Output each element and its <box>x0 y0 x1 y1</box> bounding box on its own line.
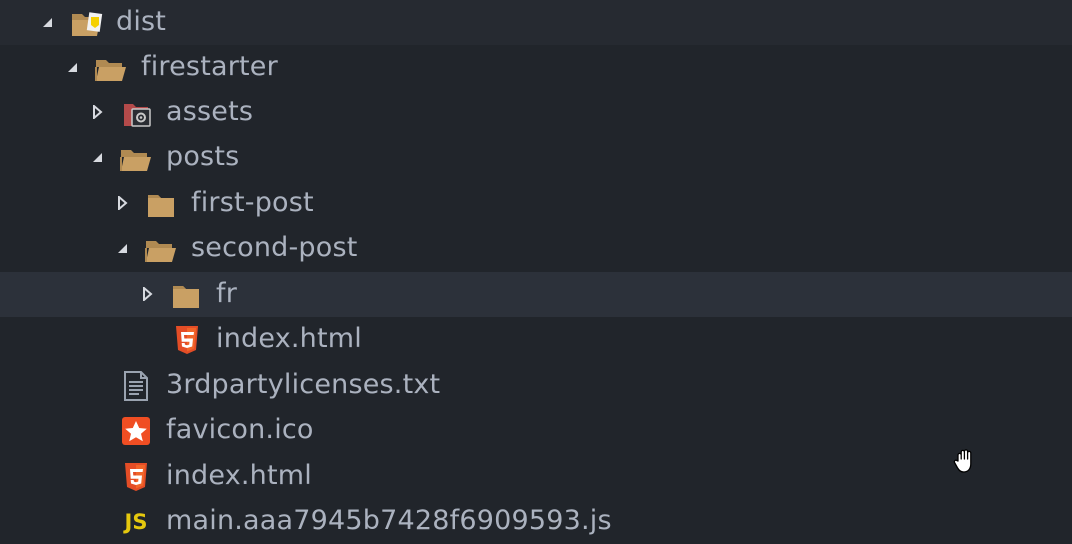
tree-item-posts[interactable]: posts <box>0 135 1072 180</box>
javascript-icon: JS <box>119 507 153 537</box>
tree-item-3rdpartylicenses[interactable]: 3rdpartylicenses.txt <box>0 363 1072 408</box>
favicon-star-icon <box>119 416 153 446</box>
expand-arrow-icon[interactable] <box>115 241 129 255</box>
html5-icon <box>119 462 153 492</box>
collapse-arrow-icon[interactable] <box>140 287 154 301</box>
tree-item-index-html[interactable]: index.html <box>0 317 1072 362</box>
folder-open-dist-icon <box>70 8 104 38</box>
tree-item-label: second-post <box>191 232 358 263</box>
tree-item-firestarter[interactable]: firestarter <box>0 45 1072 90</box>
collapse-arrow-icon[interactable] <box>115 196 129 210</box>
tree-item-main-js[interactable]: JS main.aaa7945b7428f6909593.js <box>0 499 1072 544</box>
tree-item-label: index.html <box>216 323 362 354</box>
tree-item-label: 3rdpartylicenses.txt <box>166 369 441 400</box>
javascript-icon-text: JS <box>124 510 148 534</box>
tree-item-label: favicon.ico <box>166 414 314 445</box>
tree-item-dist[interactable]: dist <box>0 0 1072 45</box>
html5-icon <box>170 325 204 355</box>
tree-item-second-post[interactable]: second-post <box>0 226 1072 271</box>
folder-open-icon <box>119 143 153 173</box>
tree-item-first-post[interactable]: first-post <box>0 181 1072 226</box>
hand-cursor-icon <box>951 447 979 475</box>
tree-item-label: fr <box>216 278 238 309</box>
tree-item-favicon[interactable]: favicon.ico <box>0 408 1072 453</box>
tree-item-label: first-post <box>191 187 314 218</box>
folder-assets-icon <box>120 98 154 128</box>
expand-arrow-icon[interactable] <box>40 15 54 29</box>
file-tree: dist firestarter assets posts first-post… <box>0 0 1072 544</box>
text-file-icon <box>119 371 153 401</box>
folder-closed-icon <box>170 280 204 310</box>
tree-item-fr[interactable]: fr <box>0 272 1072 317</box>
expand-arrow-icon[interactable] <box>65 60 79 74</box>
tree-item-label: assets <box>166 96 254 127</box>
tree-item-label: main.aaa7945b7428f6909593.js <box>166 505 612 536</box>
folder-open-icon <box>94 53 128 83</box>
folder-open-icon <box>144 234 178 264</box>
expand-arrow-icon[interactable] <box>90 150 104 164</box>
folder-closed-icon <box>145 189 179 219</box>
tree-item-index-html[interactable]: index.html <box>0 454 1072 499</box>
tree-item-label: posts <box>166 141 240 172</box>
tree-item-label: index.html <box>166 460 312 491</box>
tree-item-label: firestarter <box>141 51 278 82</box>
tree-item-assets[interactable]: assets <box>0 90 1072 135</box>
collapse-arrow-icon[interactable] <box>90 105 104 119</box>
tree-item-label: dist <box>116 6 167 37</box>
